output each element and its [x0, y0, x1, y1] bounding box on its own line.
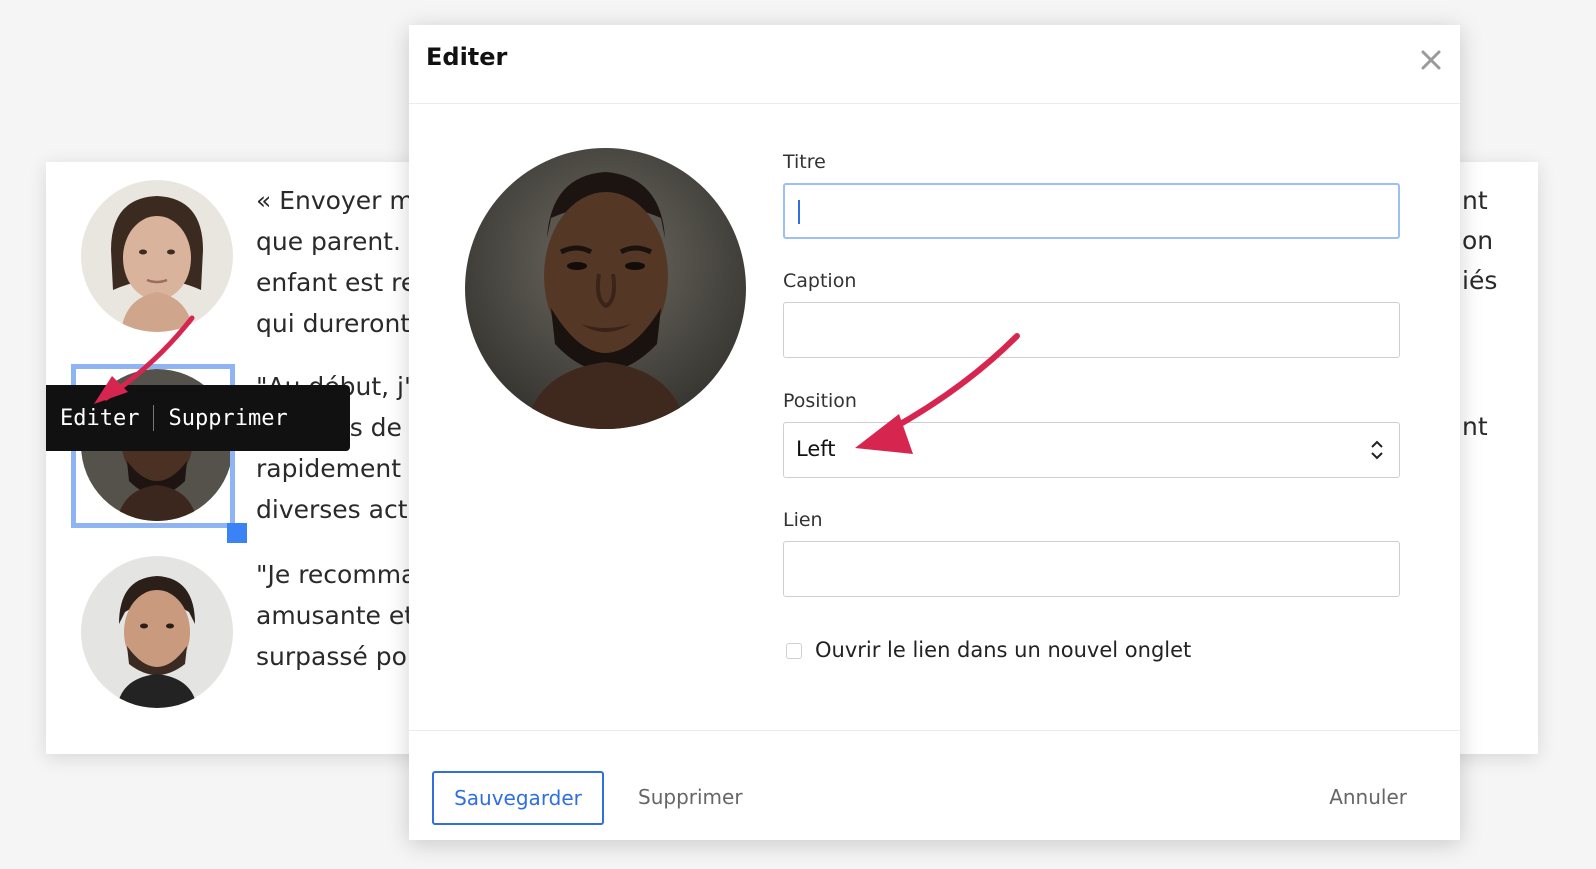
position-value: Left	[796, 437, 836, 461]
image-context-toolbar: Editer Supprimer	[46, 385, 350, 451]
caption-label: Caption	[783, 270, 857, 292]
delete-image-button[interactable]: Supprimer	[638, 785, 743, 809]
save-button-label: Sauvegarder	[454, 786, 582, 810]
chevron-up-down-icon	[1371, 440, 1383, 460]
text-fragment: nt	[1462, 412, 1488, 441]
dialog-header: Editer	[409, 25, 1460, 104]
image-preview	[465, 148, 746, 429]
new-tab-checkbox[interactable]	[786, 643, 802, 659]
edit-button[interactable]: Editer	[46, 406, 153, 431]
close-icon[interactable]	[1417, 46, 1445, 74]
titre-label: Titre	[783, 151, 826, 173]
text-fragment: iés	[1462, 266, 1498, 295]
lien-input[interactable]	[783, 541, 1400, 597]
caption-input[interactable]	[783, 302, 1400, 358]
dialog-title: Editer	[426, 43, 508, 71]
cancel-button[interactable]: Annuler	[1329, 785, 1407, 809]
dialog-footer: Sauvegarder Supprimer Annuler	[409, 730, 1460, 841]
save-button[interactable]: Sauvegarder	[432, 771, 604, 825]
avatar-woman	[81, 180, 233, 332]
text-fragment: nt	[1462, 186, 1488, 215]
position-select[interactable]: Left	[783, 422, 1400, 478]
testimonial-text: "Je recomma amusante et surpassé pou	[256, 560, 423, 671]
new-tab-checkbox-label: Ouvrir le lien dans un nouvel onglet	[815, 638, 1192, 662]
titre-input[interactable]	[783, 183, 1400, 239]
text-caret	[798, 200, 800, 224]
text-fragment: on	[1462, 226, 1494, 255]
edit-image-dialog: Editer Titre Caption Position Left Lien …	[409, 25, 1460, 840]
lien-label: Lien	[783, 509, 823, 531]
delete-button[interactable]: Supprimer	[154, 406, 301, 431]
avatar-man-beard	[81, 556, 233, 708]
testimonial-text: « Envoyer mo que parent. enfant est re q…	[256, 186, 430, 338]
resize-handle[interactable]	[227, 523, 247, 543]
position-label: Position	[783, 390, 857, 412]
